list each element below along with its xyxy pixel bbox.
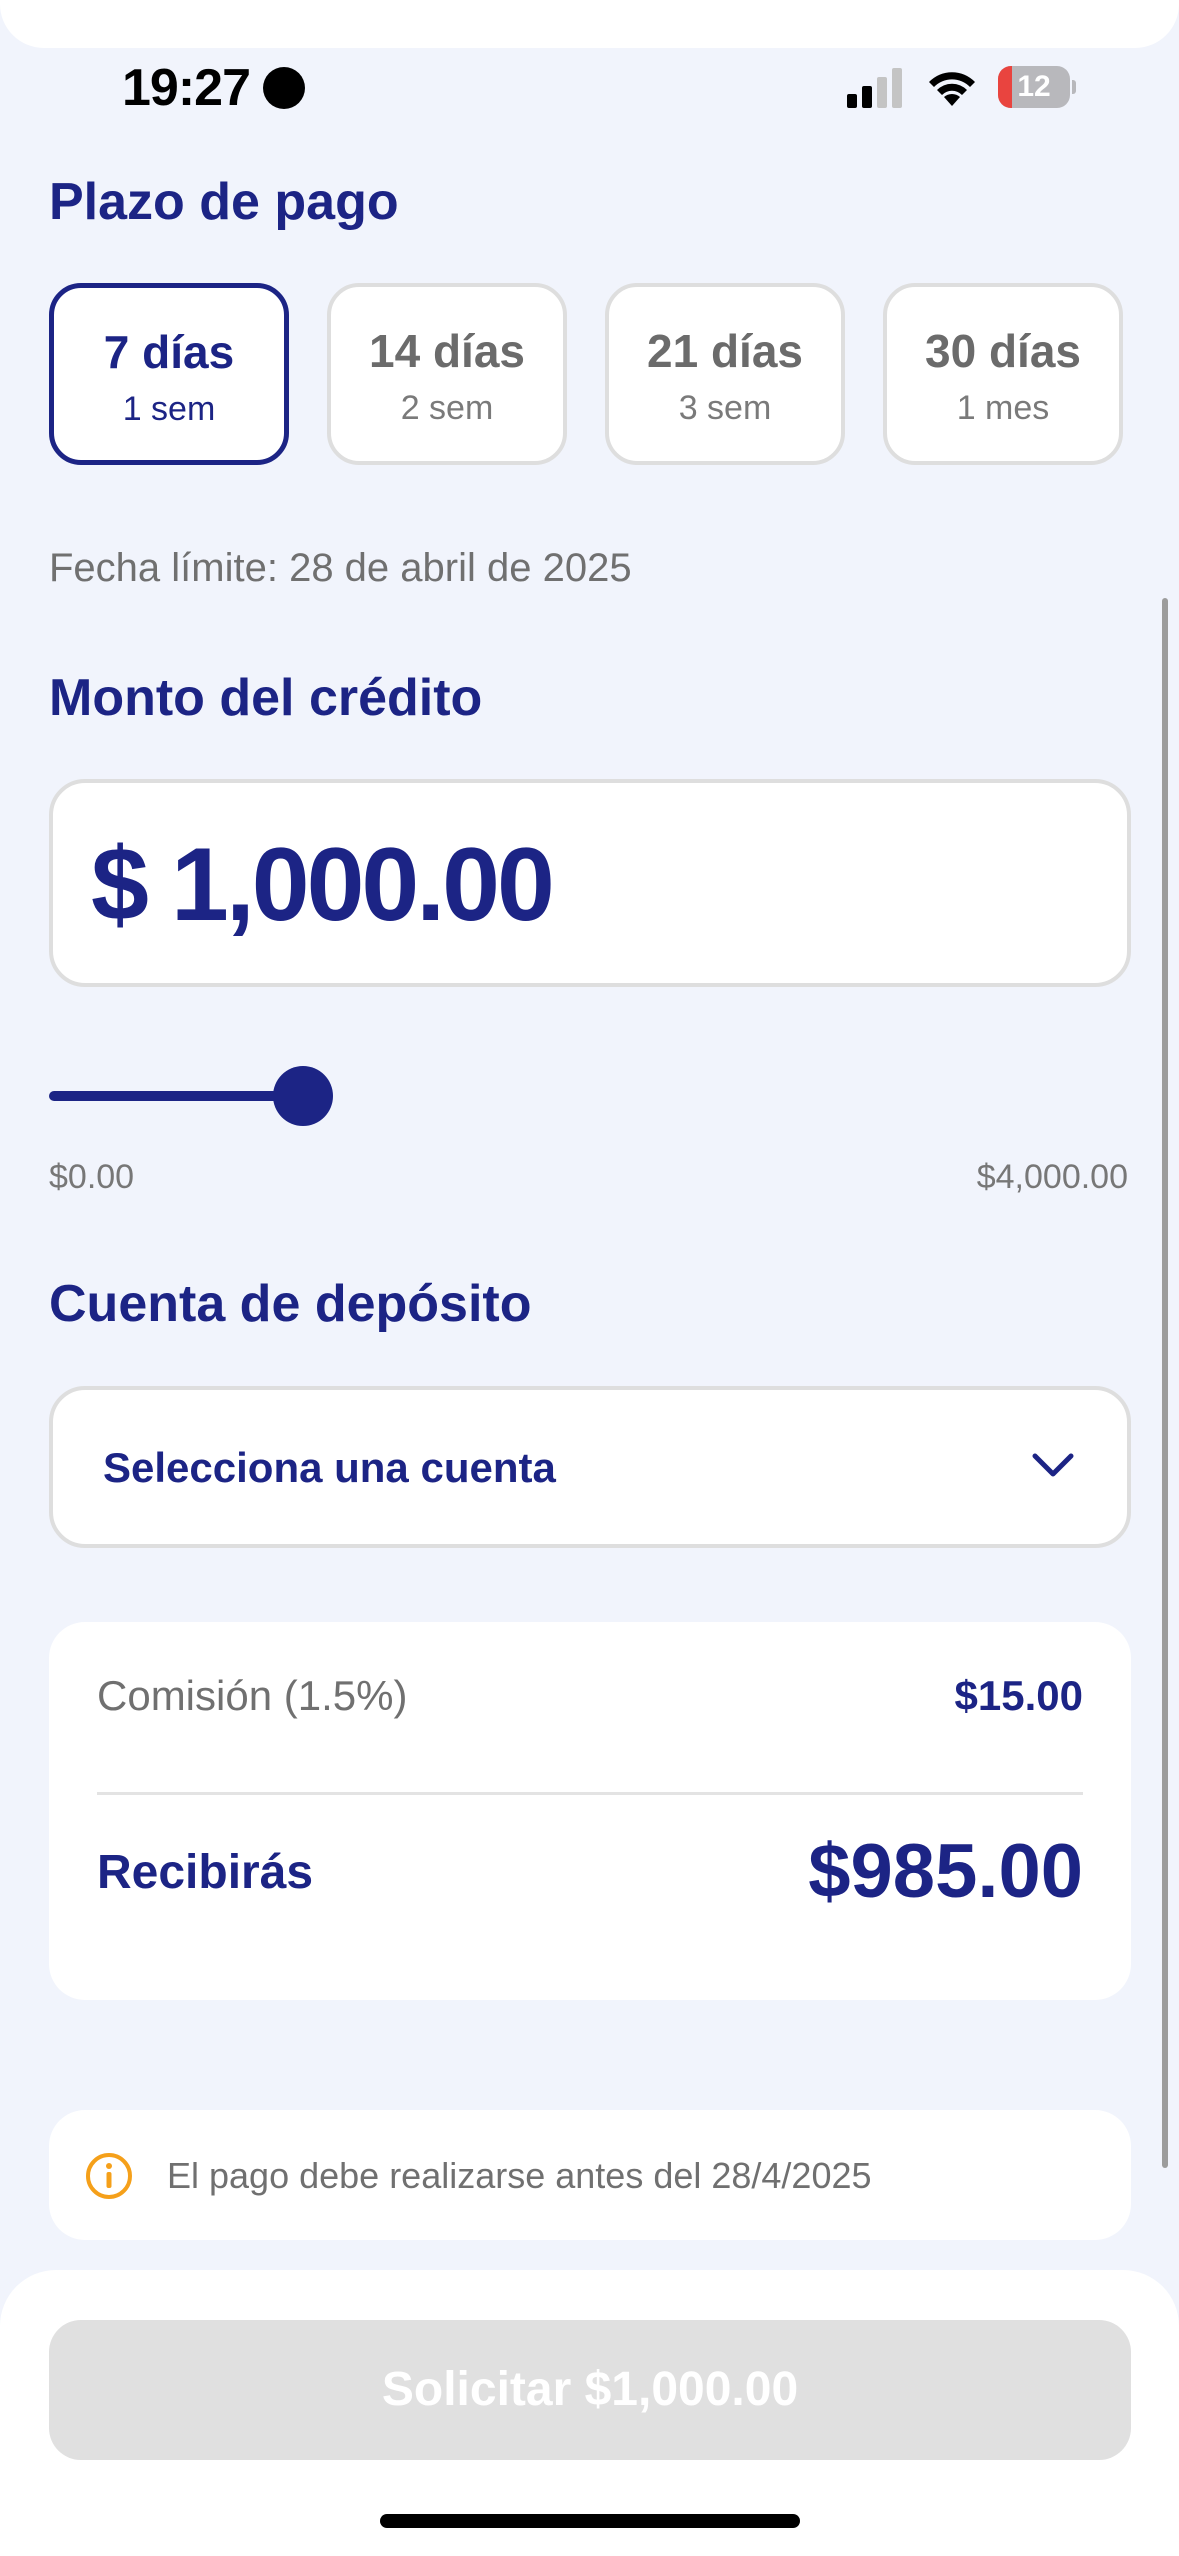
fee-value: $15.00 xyxy=(954,1672,1083,1719)
amount-value: 1,000.00 xyxy=(171,827,555,943)
signal-icon xyxy=(847,68,902,108)
slider-min-label: $0.00 xyxy=(49,1158,135,1196)
term-option-sublabel: 1 sem xyxy=(122,390,216,428)
account-section-title: Cuenta de depósito xyxy=(49,1275,532,1333)
amount-input[interactable]: $ 1,000.00 xyxy=(49,779,1131,987)
term-section-title: Plazo de pago xyxy=(49,173,399,231)
wifi-icon xyxy=(929,72,975,106)
slider-max-label: $4,000.00 xyxy=(976,1158,1128,1196)
battery-level: 12 xyxy=(1017,70,1051,103)
term-option-sublabel: 3 sem xyxy=(678,389,772,427)
receive-label: Recibirás xyxy=(97,1846,314,1899)
chevron-down-icon xyxy=(1032,1453,1074,1477)
term-option-7-days[interactable]: 7 días 1 sem xyxy=(49,283,289,465)
request-button-label: Solicitar $1,000.00 xyxy=(381,2363,799,2416)
term-option-label: 30 días xyxy=(925,325,1081,377)
info-icon xyxy=(86,2153,132,2199)
payment-notice: El pago debe realizarse antes del 28/4/2… xyxy=(49,2110,1131,2240)
notice-text: El pago debe realizarse antes del 28/4/2… xyxy=(167,2155,872,2196)
top-card-edge xyxy=(0,0,1179,48)
term-option-label: 14 días xyxy=(369,325,525,377)
request-credit-button[interactable]: Solicitar $1,000.00 xyxy=(49,2320,1131,2460)
amount-slider-handle[interactable] xyxy=(273,1066,333,1126)
battery-icon: 12 xyxy=(998,66,1076,108)
summary-divider xyxy=(97,1792,1083,1795)
term-option-sublabel: 2 sem xyxy=(400,389,494,427)
slider-fill xyxy=(49,1091,303,1101)
term-option-label: 7 días xyxy=(103,326,235,378)
term-option-sublabel: 1 mes xyxy=(956,389,1050,427)
scrollbar[interactable] xyxy=(1162,598,1168,2168)
receive-value: $985.00 xyxy=(808,1829,1083,1914)
home-indicator xyxy=(380,2514,800,2528)
account-dropdown[interactable]: Selecciona una cuenta xyxy=(49,1386,1131,1548)
term-option-30-days[interactable]: 30 días 1 mes xyxy=(883,283,1123,465)
term-option-21-days[interactable]: 21 días 3 sem xyxy=(605,283,845,465)
currency-symbol: $ xyxy=(91,827,149,943)
term-option-14-days[interactable]: 14 días 2 sem xyxy=(327,283,567,465)
due-date-text: Fecha límite: 28 de abril de 2025 xyxy=(49,546,632,590)
term-option-label: 21 días xyxy=(647,325,803,377)
amount-section-title: Monto del crédito xyxy=(49,669,483,727)
fee-label: Comisión (1.5%) xyxy=(97,1672,408,1719)
recording-dot-icon xyxy=(263,67,305,109)
status-time: 19:27 xyxy=(122,59,251,117)
account-placeholder: Selecciona una cuenta xyxy=(103,1444,556,1491)
summary-card: Comisión (1.5%) $15.00 Recibirás $985.00 xyxy=(49,1622,1131,2000)
